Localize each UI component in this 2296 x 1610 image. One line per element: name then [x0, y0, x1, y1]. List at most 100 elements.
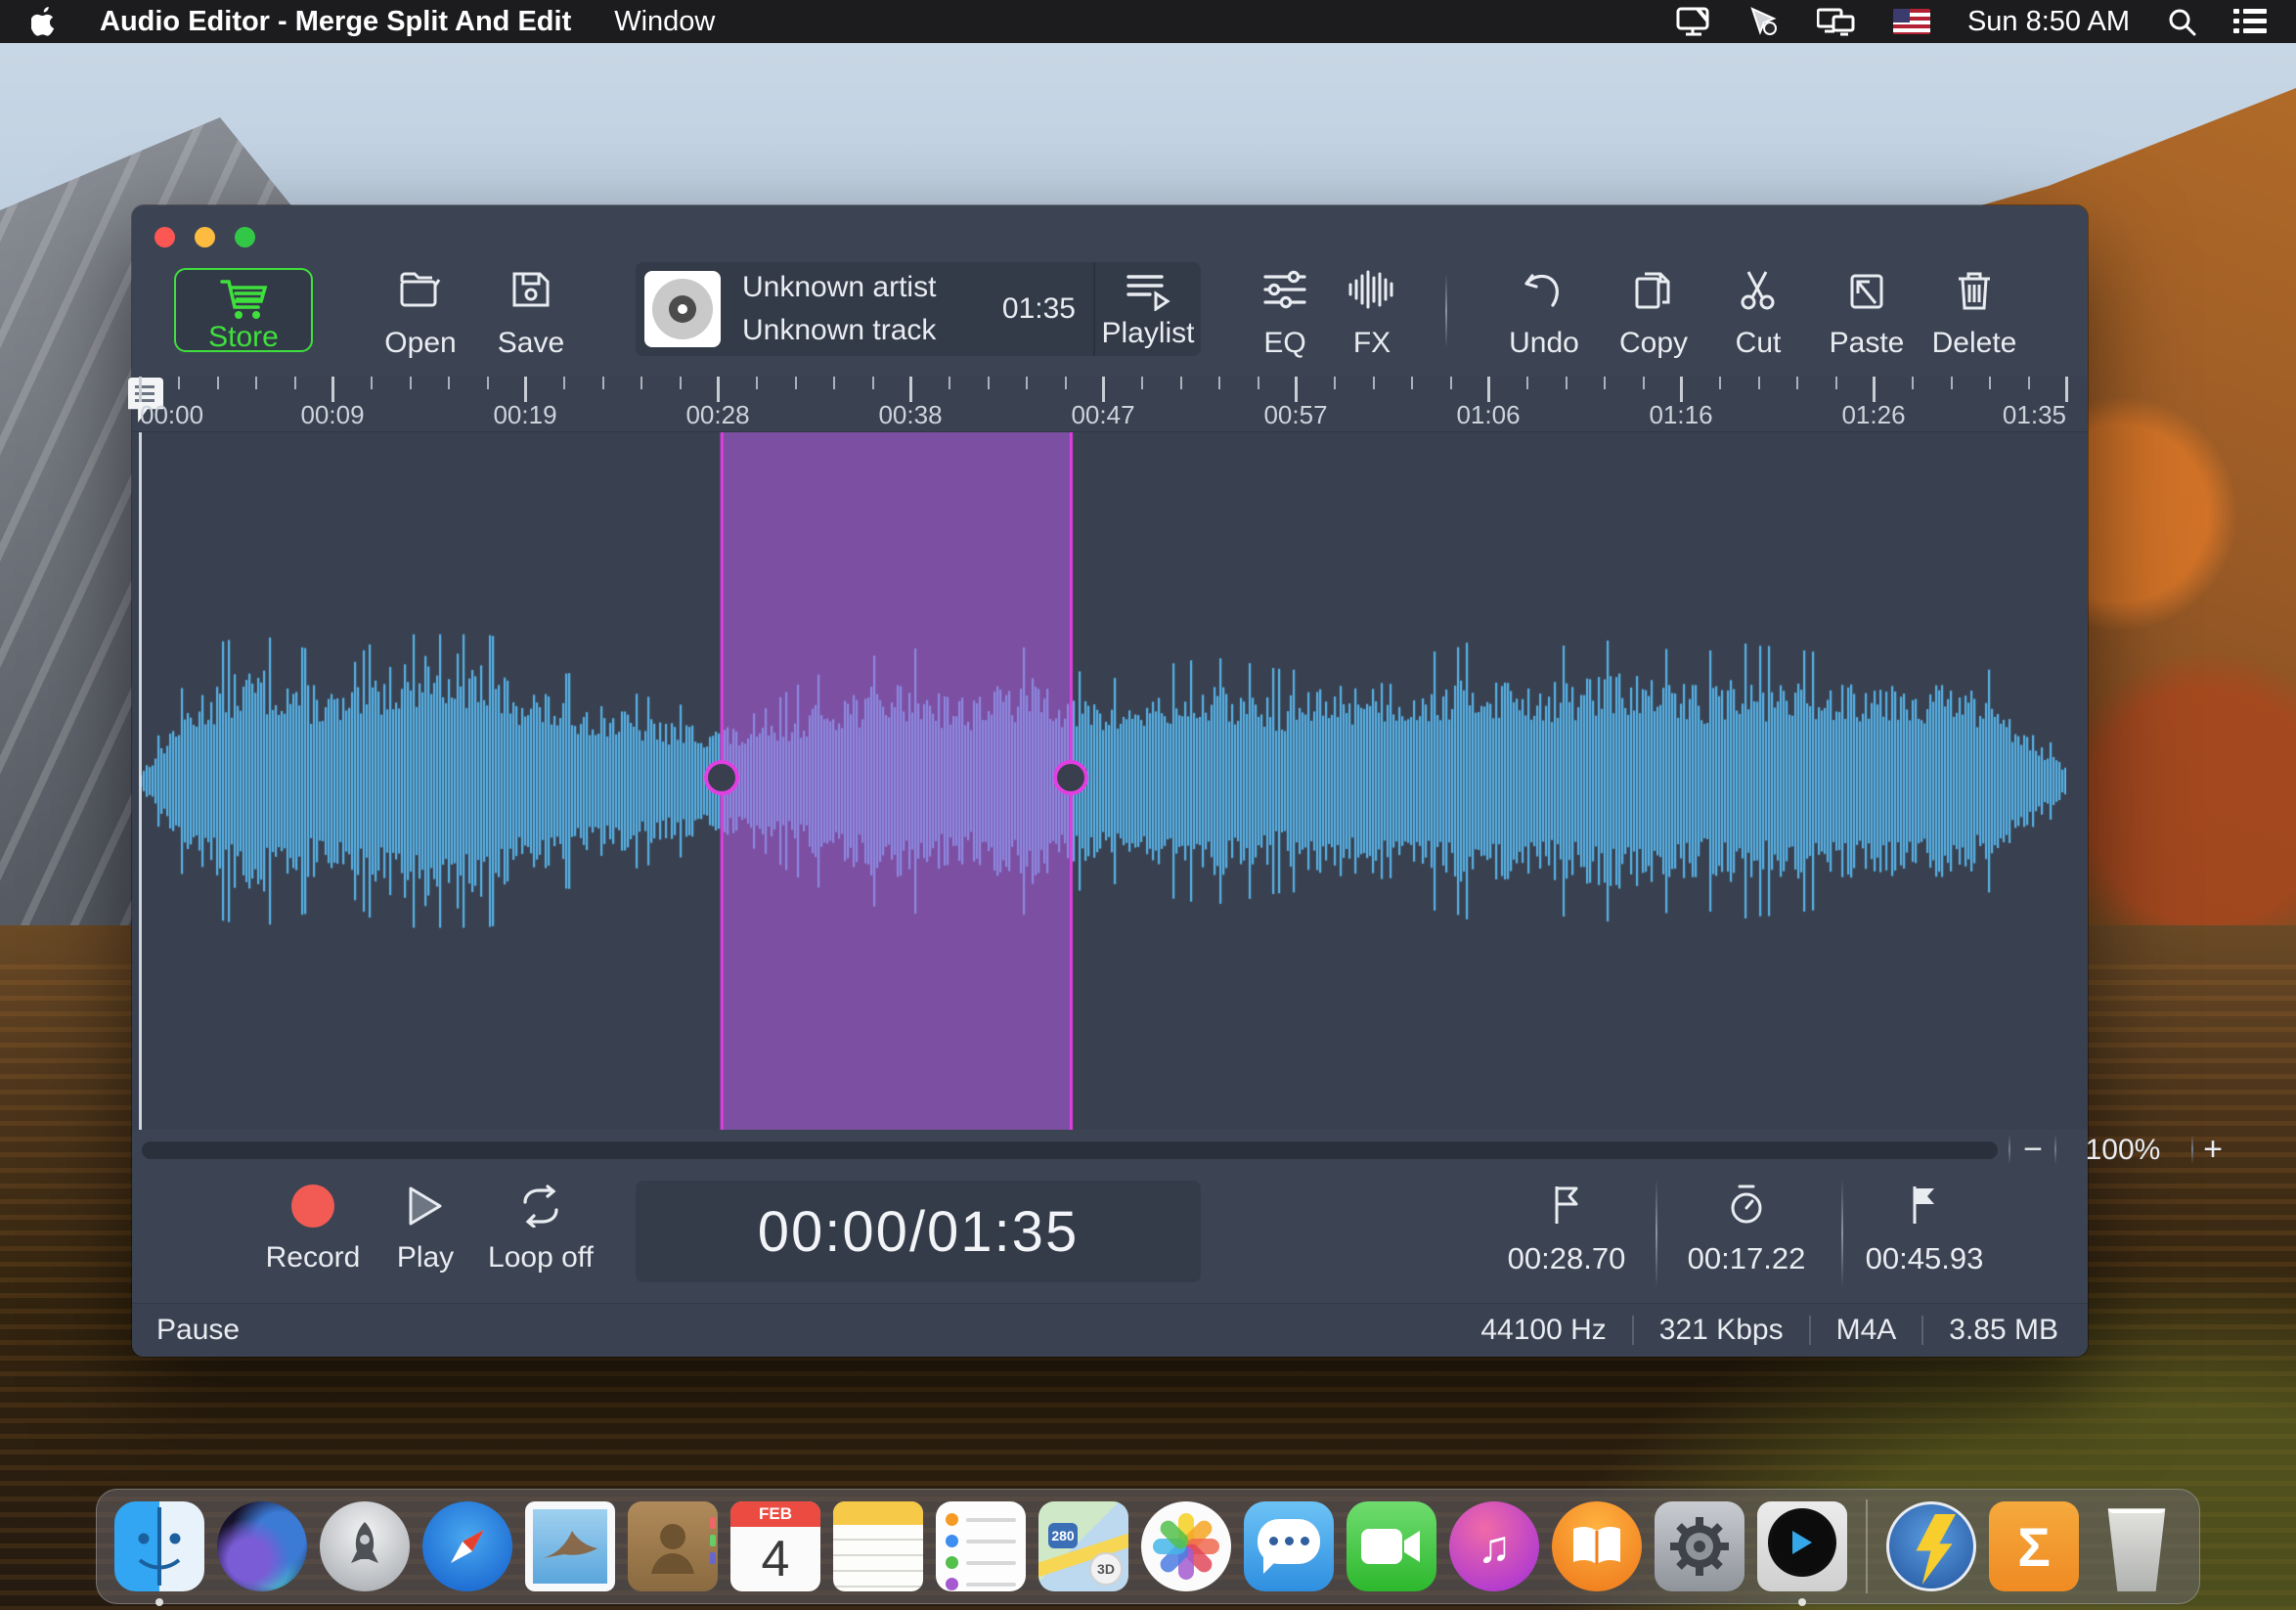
ruler-tick-minor: [255, 377, 258, 389]
file-size: 3.85 MB: [1949, 1314, 2058, 1346]
waveform-canvas[interactable]: [140, 432, 2066, 1130]
selection-handle-left[interactable]: [704, 759, 740, 795]
horizontal-scrollbar[interactable]: [142, 1141, 1998, 1159]
dock-lightning-app[interactable]: [1884, 1499, 1978, 1593]
ruler-label: 00:47: [1071, 400, 1135, 429]
track-info-panel[interactable]: Unknown artist Unknown track 01:35 Playl…: [636, 262, 1201, 356]
ruler-label: 00:09: [300, 400, 365, 429]
ruler-tick-major: [139, 377, 142, 402]
save-button[interactable]: Save: [477, 266, 585, 360]
ruler-tick-minor: [2027, 377, 2030, 389]
dock-maps[interactable]: 280 3D: [1037, 1499, 1130, 1593]
ruler-tick-minor: [1141, 377, 1144, 389]
ruler-tick-minor: [679, 377, 682, 389]
spotlight-search-icon[interactable]: [2167, 7, 2196, 36]
dock-notes[interactable]: [831, 1499, 925, 1593]
dock-system-preferences[interactable]: [1653, 1499, 1746, 1593]
ruler-tick-minor: [1064, 377, 1067, 389]
menu-app-name[interactable]: Audio Editor - Merge Split And Edit: [100, 6, 571, 38]
ruler-tick-minor: [1372, 377, 1375, 389]
ruler-tick-minor: [1565, 377, 1567, 389]
menu-clock[interactable]: Sun 8:50 AM: [1967, 6, 2130, 38]
notification-center-icon[interactable]: [2233, 8, 2267, 35]
folder-open-icon: [398, 270, 443, 309]
ruler-tick-major: [524, 377, 527, 402]
stopwatch-icon: [1727, 1185, 1766, 1226]
open-button[interactable]: Open: [367, 266, 474, 360]
dock-siri[interactable]: [215, 1499, 309, 1593]
toolbar-divider: [1445, 274, 1447, 348]
dock-audio-editor[interactable]: [1755, 1499, 1849, 1606]
playlist-button[interactable]: Playlist: [1095, 262, 1201, 356]
ruler-label: 00:57: [1263, 400, 1328, 429]
ruler-tick-minor: [178, 377, 181, 389]
dock-finder[interactable]: [112, 1499, 206, 1606]
status-divider: [1921, 1316, 1924, 1345]
paste-label: Paste: [1829, 327, 1905, 359]
dock-itunes[interactable]: ♫: [1447, 1499, 1541, 1593]
ruler-tick-minor: [1334, 377, 1337, 389]
cut-label: Cut: [1735, 327, 1782, 359]
dock-ibooks[interactable]: [1550, 1499, 1644, 1593]
input-source-flag-icon[interactable]: [1892, 9, 1930, 34]
zoom-level: 100%: [2085, 1134, 2161, 1166]
dock-calendar[interactable]: FEB 4: [729, 1499, 822, 1593]
record-icon: [291, 1185, 334, 1228]
itunes-note: ♫: [1477, 1521, 1512, 1572]
ruler-tick-minor: [1796, 377, 1799, 389]
selection-handle-right[interactable]: [1053, 759, 1089, 795]
ruler-tick-minor: [1912, 377, 1915, 389]
selection-divider: [1656, 1179, 1657, 1288]
paste-button[interactable]: Paste: [1813, 266, 1921, 360]
sigma-glyph: Σ: [1989, 1501, 2079, 1591]
screen-mirroring-icon[interactable]: [1676, 7, 1711, 36]
dock-sigma-app[interactable]: Σ: [1987, 1499, 2081, 1593]
play-icon: [406, 1185, 445, 1228]
apple-menu-icon[interactable]: [31, 7, 57, 36]
waveform-area: [132, 432, 2088, 1130]
store-button[interactable]: Store: [174, 268, 313, 353]
ruler-label: 01:26: [1841, 400, 1906, 429]
selection-length[interactable]: 00:17.22: [1663, 1185, 1830, 1276]
toolbar: Store Open Save Unknown artist Unknown t…: [132, 205, 2088, 377]
copy-button[interactable]: Copy: [1600, 266, 1707, 360]
track-artist: Unknown artist: [742, 271, 937, 303]
timeline-ruler[interactable]: 00:00 00:09 00:19 00:28 00:38 00:47 00:57 01:06…: [128, 377, 2088, 432]
copy-icon: [1632, 270, 1675, 311]
selection-end[interactable]: 00:45.93: [1841, 1185, 2008, 1276]
ruler-tick-minor: [987, 377, 990, 389]
fx-button[interactable]: FX: [1318, 266, 1426, 360]
playhead-line[interactable]: [139, 432, 142, 1130]
cut-button[interactable]: Cut: [1704, 266, 1812, 360]
dock-mail[interactable]: [523, 1499, 617, 1593]
dock-reminders[interactable]: [934, 1499, 1028, 1593]
loop-button[interactable]: Loop off: [472, 1185, 609, 1275]
menu-window[interactable]: Window: [614, 6, 715, 38]
dock-contacts[interactable]: [626, 1499, 720, 1593]
dock-safari[interactable]: [420, 1499, 514, 1593]
status-divider: [1808, 1316, 1811, 1345]
dock-launchpad[interactable]: [318, 1499, 412, 1593]
ruler-tick-minor: [601, 377, 604, 389]
zoom-in-button[interactable]: +: [2193, 1131, 2232, 1169]
zoom-out-button[interactable]: −: [2011, 1131, 2054, 1169]
dock-facetime[interactable]: [1345, 1499, 1438, 1593]
ruler-tick-minor: [371, 377, 374, 389]
sample-rate: 44100 Hz: [1480, 1314, 1607, 1346]
ruler-tick-minor: [833, 377, 836, 389]
dock-trash[interactable]: [2090, 1499, 2184, 1593]
dock-messages[interactable]: [1242, 1499, 1336, 1593]
ruler-tick-minor: [448, 377, 451, 389]
ruler-tick-minor: [1642, 377, 1645, 389]
dock-photos[interactable]: [1139, 1499, 1233, 1593]
delete-button[interactable]: Delete: [1921, 266, 2028, 360]
selection-start[interactable]: 00:28.70: [1483, 1185, 1650, 1276]
cd-icon: [652, 279, 713, 339]
displays-icon[interactable]: [1816, 7, 1856, 36]
pointer-app-icon[interactable]: [1748, 7, 1780, 36]
flag-filled-icon: [1909, 1185, 1940, 1226]
undo-button[interactable]: Undo: [1490, 266, 1598, 360]
playback-state: Pause: [156, 1314, 241, 1346]
track-title: Unknown track: [742, 314, 937, 346]
scissors-icon: [1737, 270, 1780, 311]
